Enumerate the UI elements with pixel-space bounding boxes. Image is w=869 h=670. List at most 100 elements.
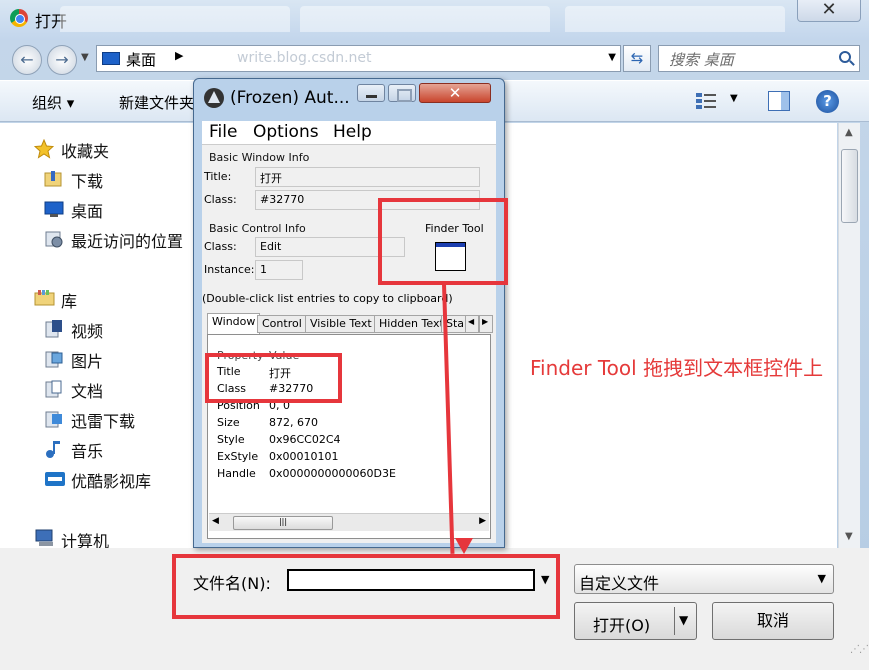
table-row-value[interactable]: 0x00010101 bbox=[269, 450, 339, 463]
menu-options[interactable]: Options bbox=[253, 122, 319, 142]
tab-hidden-text[interactable]: Hidden Text bbox=[374, 315, 449, 333]
tab-visible-text[interactable]: Visible Text bbox=[305, 315, 377, 333]
control-class-label: Class: bbox=[204, 240, 237, 253]
basic-control-info-group: Basic Control Info bbox=[209, 222, 306, 235]
menu-file[interactable]: File bbox=[209, 122, 237, 142]
window-class-label: Class: bbox=[204, 193, 237, 206]
maximize-button[interactable] bbox=[388, 84, 416, 102]
split-divider bbox=[674, 607, 675, 635]
cancel-button[interactable]: 取消 bbox=[712, 602, 834, 640]
preview-pane-icon[interactable] bbox=[768, 91, 790, 111]
pictures-icon bbox=[44, 349, 64, 368]
copy-hint: (Double-click list entries to copy to cl… bbox=[202, 292, 453, 305]
scroll-thumb[interactable] bbox=[841, 149, 858, 223]
navigation-pane: 收藏夹 下载 桌面 最近访问的位置 库 视频 图片 文档 迅雷下载 音乐 优酷影… bbox=[0, 123, 195, 551]
nav-downloads[interactable]: 下载 bbox=[71, 168, 103, 192]
search-box[interactable]: 搜索 桌面 bbox=[658, 45, 860, 72]
tab-window[interactable]: Window bbox=[207, 313, 261, 334]
list-horizontal-scrollbar[interactable]: ◀ ||| ▶ bbox=[209, 513, 489, 531]
xunlei-folder-icon bbox=[44, 409, 64, 428]
au3info-title: (Frozen) Aut... bbox=[230, 88, 350, 108]
open-button-label: 打开(O) bbox=[593, 616, 651, 635]
table-row-property[interactable]: Style bbox=[217, 433, 245, 446]
nav-pictures[interactable]: 图片 bbox=[71, 348, 103, 372]
tab-scroll-right-icon[interactable]: ▶ bbox=[479, 315, 493, 333]
nav-favorites[interactable]: 收藏夹 bbox=[61, 138, 109, 162]
nav-videos[interactable]: 视频 bbox=[71, 318, 103, 342]
au3info-tabs: Window Control Visible Text Hidden Text … bbox=[202, 313, 496, 335]
desktop-icon bbox=[102, 52, 120, 65]
file-list-area[interactable] bbox=[505, 123, 837, 548]
scroll-down-icon[interactable]: ▼ bbox=[845, 531, 853, 542]
breadcrumb-arrow-icon[interactable]: ▶ bbox=[175, 49, 183, 62]
computer-icon bbox=[34, 528, 54, 546]
organize-button[interactable]: 组织 ▾ bbox=[32, 92, 74, 113]
au3info-window: (Frozen) Aut... ✕ File Options Help Basi… bbox=[193, 78, 505, 548]
recent-places-icon bbox=[44, 229, 64, 248]
background-tab bbox=[565, 6, 785, 32]
scroll-right-icon[interactable]: ▶ bbox=[479, 516, 486, 526]
open-options-dropdown-icon[interactable]: ▼ bbox=[679, 613, 688, 627]
scroll-left-icon[interactable]: ◀ bbox=[212, 516, 219, 526]
refresh-icon: ⇆ bbox=[630, 49, 644, 67]
new-folder-button[interactable]: 新建文件夹 bbox=[119, 92, 194, 113]
library-icon bbox=[34, 289, 55, 307]
nav-youku[interactable]: 优酷影视库 bbox=[71, 468, 151, 492]
open-button[interactable]: 打开(O) ▼ bbox=[574, 602, 697, 640]
basic-window-info-group: Basic Window Info bbox=[209, 151, 310, 164]
table-row-value[interactable]: 872, 670 bbox=[269, 416, 318, 429]
list-scroll-thumb[interactable]: ||| bbox=[233, 516, 333, 530]
table-row-value[interactable]: 0x96CC02C4 bbox=[269, 433, 341, 446]
forward-button[interactable]: → bbox=[47, 45, 77, 75]
address-location[interactable]: 桌面 bbox=[126, 49, 156, 70]
menu-help[interactable]: Help bbox=[333, 122, 372, 142]
file-type-select[interactable]: 自定义文件 ▼ bbox=[574, 564, 834, 594]
nav-xunlei-downloads[interactable]: 迅雷下载 bbox=[71, 408, 135, 432]
arrow-right-icon: → bbox=[55, 50, 69, 69]
table-row-property[interactable]: Handle bbox=[217, 467, 256, 480]
control-instance-label: Instance: bbox=[204, 263, 255, 276]
chrome-icon bbox=[10, 9, 28, 27]
address-bar[interactable]: 桌面 ▶ write.blog.csdn.net ▼ bbox=[96, 45, 621, 72]
help-icon[interactable]: ? bbox=[816, 90, 839, 113]
minimize-button[interactable] bbox=[357, 84, 385, 102]
address-dropdown-icon[interactable]: ▼ bbox=[608, 52, 616, 63]
search-input[interactable]: 搜索 桌面 bbox=[669, 49, 734, 70]
tab-control[interactable]: Control bbox=[257, 315, 307, 333]
background-ghost-text: write.blog.csdn.net bbox=[237, 50, 372, 66]
annotation-text: Finder Tool 拖拽到文本框控件上 bbox=[530, 356, 824, 380]
videos-icon bbox=[44, 319, 64, 338]
background-tab bbox=[300, 6, 550, 32]
drag-arrow-head bbox=[455, 538, 473, 554]
finder-tool-highlight bbox=[378, 198, 508, 285]
youku-icon bbox=[44, 469, 65, 487]
music-icon bbox=[44, 439, 64, 458]
scroll-up-icon[interactable]: ▲ bbox=[845, 127, 853, 138]
control-instance-field[interactable]: 1 bbox=[255, 260, 303, 280]
table-row-property[interactable]: ExStyle bbox=[217, 450, 258, 463]
window-title-field[interactable]: 打开 bbox=[255, 167, 480, 187]
au3info-close-button[interactable]: ✕ bbox=[419, 83, 491, 103]
nav-libraries[interactable]: 库 bbox=[61, 288, 77, 312]
desktop-icon bbox=[44, 200, 64, 218]
view-options-icon[interactable] bbox=[695, 91, 717, 111]
window-close-button[interactable]: ✕ bbox=[797, 0, 861, 22]
table-row-property[interactable]: Size bbox=[217, 416, 240, 429]
back-button[interactable]: ← bbox=[12, 45, 42, 75]
file-type-value: 自定义文件 bbox=[579, 574, 660, 593]
vertical-scrollbar[interactable]: ▲ ▼ bbox=[838, 123, 860, 548]
nav-music[interactable]: 音乐 bbox=[71, 438, 103, 462]
view-dropdown-icon[interactable]: ▼ bbox=[730, 93, 738, 104]
documents-icon bbox=[44, 379, 64, 398]
search-icon[interactable] bbox=[839, 51, 851, 63]
nav-desktop[interactable]: 桌面 bbox=[71, 198, 103, 222]
refresh-button[interactable]: ⇆ bbox=[623, 45, 651, 72]
nav-recent-places[interactable]: 最近访问的位置 bbox=[71, 228, 183, 252]
recent-pages-dropdown[interactable]: ▼ bbox=[81, 52, 89, 63]
resize-grip-icon[interactable]: ⋰⋰ bbox=[850, 644, 869, 655]
table-row-value[interactable]: 0x0000000000060D3E bbox=[269, 467, 396, 480]
chevron-down-icon: ▼ bbox=[817, 572, 826, 585]
nav-documents[interactable]: 文档 bbox=[71, 378, 103, 402]
tab-scroll-left-icon[interactable]: ◀ bbox=[465, 315, 479, 333]
background-tab bbox=[60, 6, 290, 32]
